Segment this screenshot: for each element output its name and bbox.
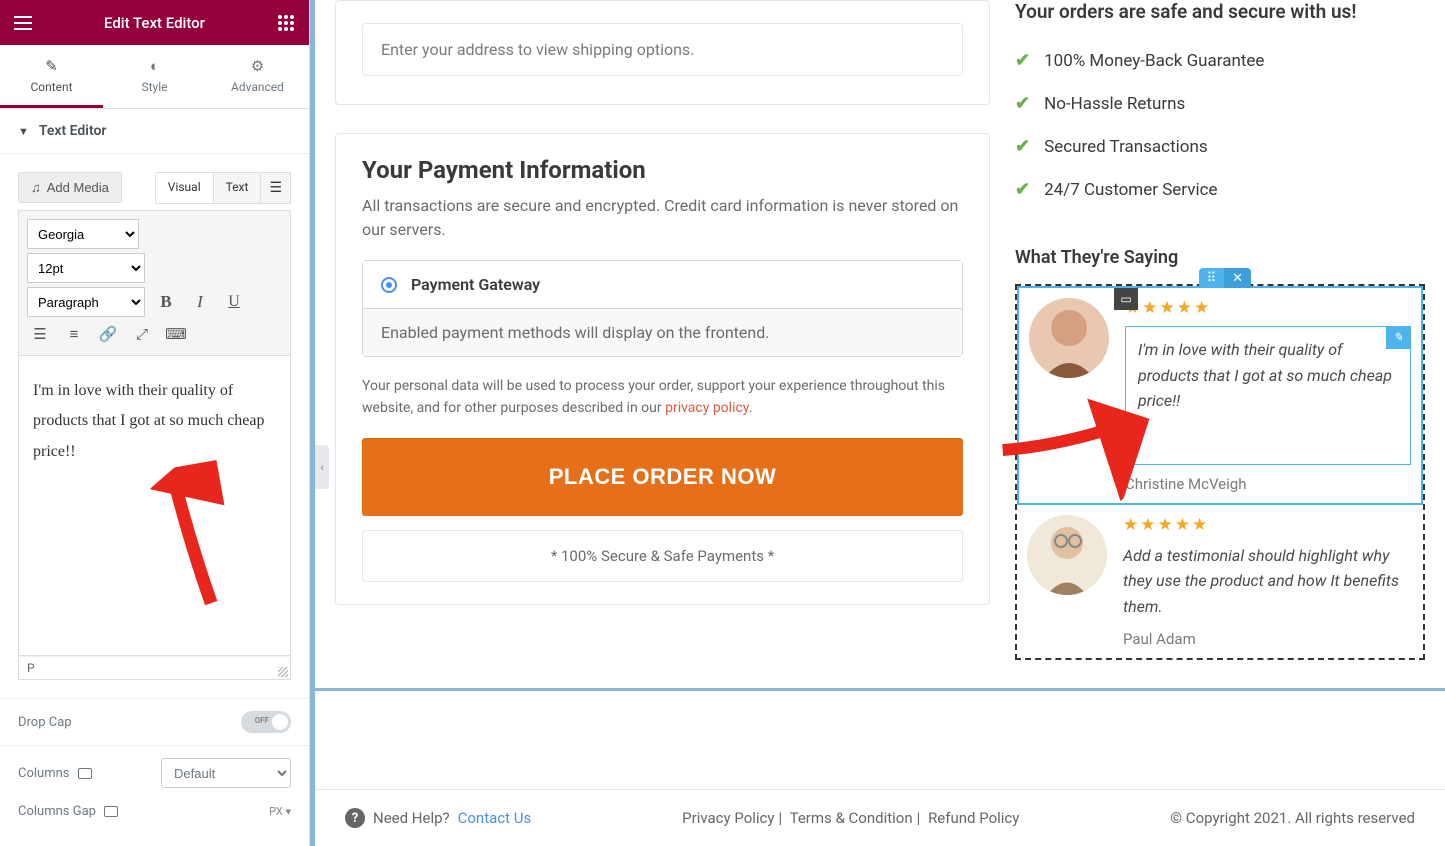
payment-title: Your Payment Information bbox=[362, 156, 963, 184]
widget-toolbar: ⠿ ✕ bbox=[1199, 268, 1251, 288]
tab-label: Style bbox=[141, 80, 167, 94]
caret-down-icon: ▼ bbox=[18, 125, 29, 138]
section-toggle-text-editor[interactable]: ▼ Text Editor bbox=[0, 109, 309, 154]
footer-links: Privacy Policy| Terms & Condition| Refun… bbox=[682, 809, 1019, 827]
edit-icon[interactable]: ✎ bbox=[1386, 327, 1410, 349]
trust-item: ✔100% Money-Back Guarantee bbox=[1015, 39, 1425, 82]
add-media-button[interactable]: ♫ Add Media bbox=[18, 172, 122, 203]
star-rating: ★★★★★ bbox=[1125, 298, 1411, 318]
need-help-text: Need Help? bbox=[373, 809, 450, 827]
check-icon: ✔ bbox=[1015, 93, 1030, 114]
bold-button[interactable]: B bbox=[151, 287, 181, 317]
columns-gap-label: Columns Gap bbox=[18, 804, 118, 819]
collapse-sidebar-button[interactable]: ‹ bbox=[315, 445, 329, 489]
check-icon: ✔ bbox=[1015, 136, 1030, 157]
media-icon: ♫ bbox=[31, 180, 41, 195]
editor-path: P bbox=[18, 656, 291, 680]
check-icon: ✔ bbox=[1015, 179, 1030, 200]
desktop-icon bbox=[78, 768, 92, 779]
blocks-icon: ☰ bbox=[269, 180, 282, 196]
saying-heading: What They're Saying bbox=[1015, 247, 1425, 268]
star-rating: ★★★★★ bbox=[1123, 515, 1413, 535]
mode-tab-blocks[interactable]: ☰ bbox=[261, 172, 291, 204]
payment-option-label: Payment Gateway bbox=[411, 275, 540, 294]
tab-style[interactable]: ◐ Style bbox=[103, 45, 206, 108]
contrast-icon: ◐ bbox=[103, 57, 206, 75]
payment-info-text: Enabled payment methods will display on … bbox=[381, 323, 769, 342]
panel-tabs: ✎ Content ◐ Style ⚙ Advanced bbox=[0, 45, 309, 109]
testimonial-author: Christine McVeigh bbox=[1125, 475, 1411, 493]
number-list-button[interactable]: ≡ bbox=[59, 319, 89, 349]
size-select[interactable]: 12pt bbox=[27, 253, 145, 283]
dropcap-label: Drop Cap bbox=[18, 715, 72, 730]
mode-tab-text[interactable]: Text bbox=[214, 173, 261, 203]
sidebar-header: Edit Text Editor bbox=[0, 0, 309, 45]
unit-label[interactable]: PX ▾ bbox=[269, 805, 291, 818]
italic-button[interactable]: I bbox=[185, 287, 215, 317]
pencil-icon: ✎ bbox=[0, 57, 103, 75]
tab-content[interactable]: ✎ Content bbox=[0, 45, 103, 108]
avatar bbox=[1029, 298, 1109, 378]
help-icon[interactable]: ? bbox=[345, 808, 365, 828]
trust-list: ✔100% Money-Back Guarantee ✔No-Hassle Re… bbox=[1015, 39, 1425, 211]
column-handle-icon[interactable]: ▭ bbox=[1114, 288, 1138, 310]
check-icon: ✔ bbox=[1015, 50, 1030, 71]
close-icon[interactable]: ✕ bbox=[1224, 268, 1251, 288]
footer-link[interactable]: Refund Policy bbox=[928, 809, 1019, 827]
address-input[interactable]: Enter your address to view shipping opti… bbox=[362, 23, 963, 76]
mode-tab-visual[interactable]: Visual bbox=[156, 173, 214, 203]
radio-icon bbox=[381, 277, 397, 293]
privacy-policy-link[interactable]: privacy policy bbox=[665, 400, 749, 416]
columns-select[interactable]: Default bbox=[161, 758, 291, 788]
testimonial-item[interactable]: ★★★★★ Add a testimonial should highlight… bbox=[1017, 505, 1423, 658]
gear-icon: ⚙ bbox=[206, 57, 309, 75]
testimonial-quote: Add a testimonial should highlight why t… bbox=[1123, 543, 1413, 620]
footer-link[interactable]: Privacy Policy bbox=[682, 809, 774, 827]
avatar bbox=[1027, 515, 1107, 595]
link-button[interactable]: 🔗 bbox=[93, 319, 123, 349]
menu-icon[interactable] bbox=[12, 12, 34, 34]
columns-label: Columns bbox=[18, 766, 92, 781]
secure-note: * 100% Secure & Safe Payments * bbox=[362, 530, 963, 582]
dropcap-toggle[interactable]: OFF bbox=[241, 711, 291, 733]
apps-icon[interactable] bbox=[275, 12, 297, 34]
page-footer: ? Need Help? Contact Us Privacy Policy| … bbox=[315, 789, 1445, 846]
keyboard-button[interactable]: ⌨ bbox=[161, 319, 191, 349]
tab-advanced[interactable]: ⚙ Advanced bbox=[206, 45, 309, 108]
editor-content[interactable]: I'm in love with their quality of produc… bbox=[18, 356, 291, 656]
bullet-list-button[interactable]: ☰ bbox=[25, 319, 55, 349]
testimonial-quote-selected[interactable]: ✎ I'm in love with their quality of prod… bbox=[1125, 326, 1411, 465]
payment-option-row[interactable]: Payment Gateway bbox=[363, 261, 962, 309]
selected-widget[interactable]: ⠿ ✕ ▭ ★★★★★ ✎ I'm in love with their qua… bbox=[1017, 286, 1423, 505]
footer-link[interactable]: Terms & Condition bbox=[790, 809, 913, 827]
fullscreen-button[interactable]: ⤢ bbox=[127, 319, 157, 349]
contact-us-link[interactable]: Contact Us bbox=[458, 809, 532, 827]
desktop-icon bbox=[104, 806, 118, 817]
font-select[interactable]: Georgia bbox=[27, 219, 139, 249]
editor-toolbar: Georgia 12pt Paragraph B I U ☰ ≡ 🔗 ⤢ ⌨ bbox=[18, 210, 291, 356]
copyright-text: © Copyright 2021. All rights reserved bbox=[1170, 809, 1415, 827]
drag-handle-icon[interactable]: ⠿ bbox=[1199, 271, 1225, 286]
trust-item: ✔Secured Transactions bbox=[1015, 125, 1425, 168]
underline-button[interactable]: U bbox=[219, 287, 249, 317]
trust-item: ✔No-Hassle Returns bbox=[1015, 82, 1425, 125]
testimonial-author: Paul Adam bbox=[1123, 630, 1413, 648]
panel-title: Edit Text Editor bbox=[34, 14, 275, 32]
tab-label: Advanced bbox=[231, 80, 284, 94]
format-select[interactable]: Paragraph bbox=[27, 287, 145, 317]
tab-label: Content bbox=[30, 80, 72, 94]
trust-item: ✔24/7 Customer Service bbox=[1015, 168, 1425, 211]
disclaimer-text: Your personal data will be used to proce… bbox=[362, 375, 963, 420]
section-title: Text Editor bbox=[39, 123, 107, 139]
trust-heading: Your orders are safe and secure with us! bbox=[1015, 0, 1425, 23]
payment-subtitle: All transactions are secure and encrypte… bbox=[362, 194, 963, 242]
place-order-button[interactable]: PLACE ORDER NOW bbox=[362, 438, 963, 516]
section-wrapper[interactable]: ⠿ ✕ ▭ ★★★★★ ✎ I'm in love with their qua… bbox=[1015, 284, 1425, 660]
